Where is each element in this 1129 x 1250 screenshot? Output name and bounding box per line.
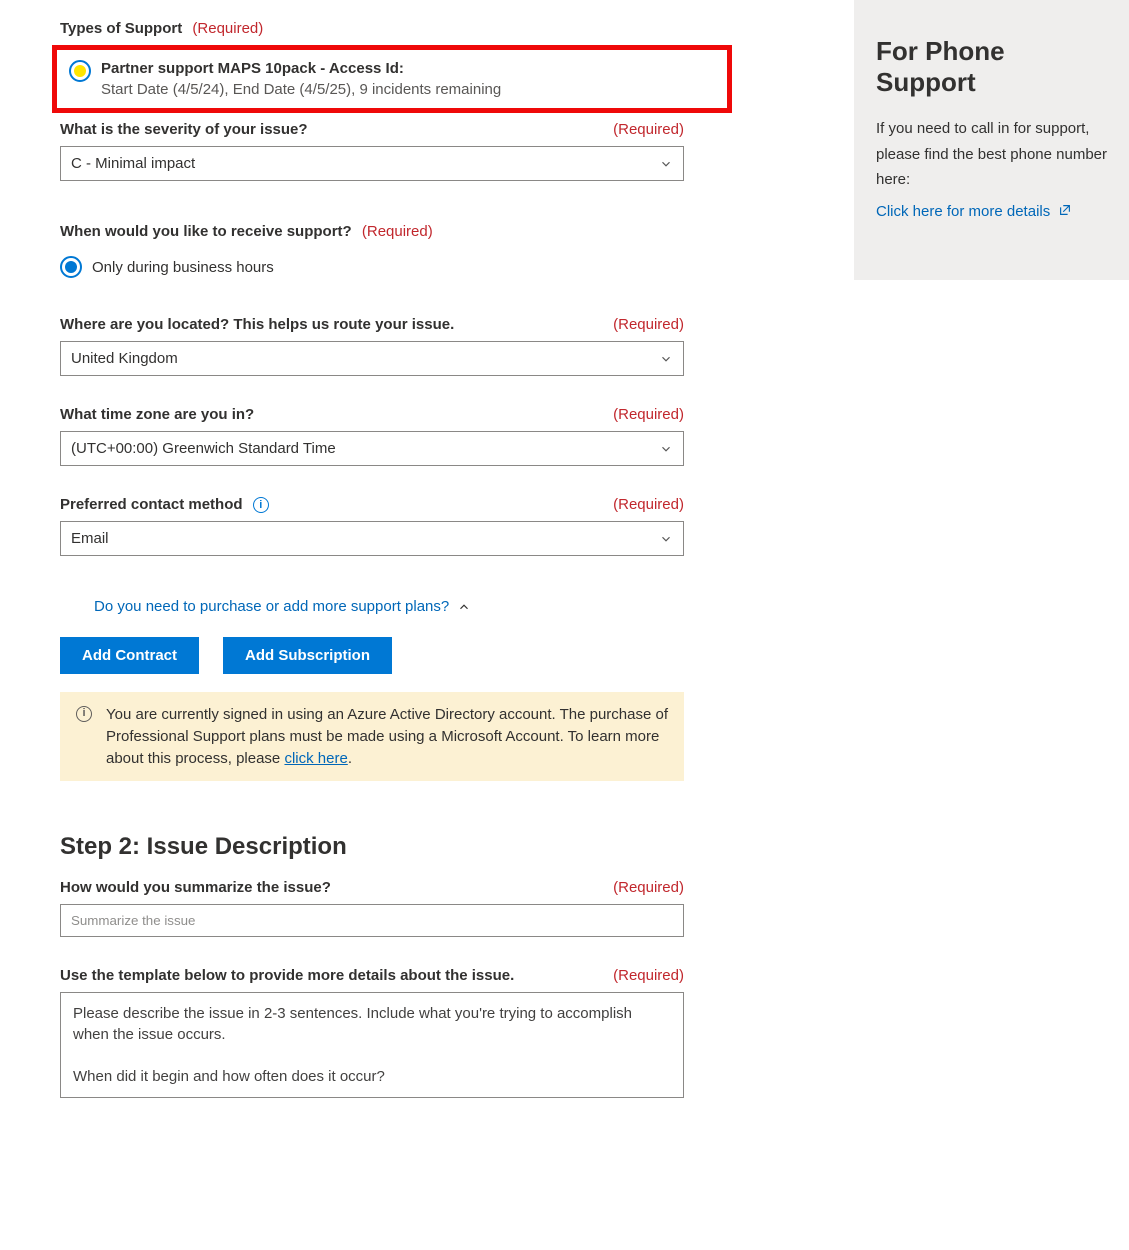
details-textarea[interactable]: Please describe the issue in 2-3 sentenc… [60,992,684,1098]
details-label: Use the template below to provide more d… [60,967,514,984]
required-indicator: (Required) [613,967,684,984]
info-icon: i [76,706,92,722]
phone-support-title: For Phone Support [876,36,1107,98]
chevron-down-icon [659,442,673,456]
alert-text-end: . [348,750,352,767]
alert-text: You are currently signed in using an Azu… [106,706,668,767]
receive-support-label: When would you like to receive support? [60,223,352,240]
location-select[interactable]: United Kingdom [60,341,684,376]
summary-input[interactable] [60,904,684,937]
purchase-plans-link[interactable]: Do you need to purchase or add more supp… [94,598,449,615]
timezone-label: What time zone are you in? [60,406,254,423]
business-hours-label[interactable]: Only during business hours [92,259,274,276]
contact-value: Email [71,530,109,547]
severity-select[interactable]: C - Minimal impact [60,146,684,181]
required-indicator: (Required) [613,406,684,423]
phone-support-panel: For Phone Support If you need to call in… [854,0,1129,280]
add-subscription-button[interactable]: Add Subscription [223,637,392,674]
severity-value: C - Minimal impact [71,155,195,172]
business-hours-radio[interactable] [60,256,82,278]
contact-label: Preferred contact method [60,496,243,513]
support-option-sub: Start Date (4/5/24), End Date (4/5/25), … [101,81,501,98]
step2-title: Step 2: Issue Description [60,833,684,861]
support-option-title[interactable]: Partner support MAPS 10pack - Access Id: [101,60,501,77]
timezone-value: (UTC+00:00) Greenwich Standard Time [71,440,336,457]
location-value: United Kingdom [71,350,178,367]
required-indicator: (Required) [613,496,684,513]
types-of-support-label: Types of Support [60,20,182,37]
location-label: Where are you located? This helps us rou… [60,316,454,333]
contact-select[interactable]: Email [60,521,684,556]
chevron-down-icon [659,532,673,546]
required-indicator: (Required) [613,121,684,138]
chevron-down-icon [659,157,673,171]
severity-label: What is the severity of your issue? [60,121,308,138]
radio-selected-icon [74,65,86,77]
alert-link[interactable]: click here [284,750,347,767]
required-indicator: (Required) [613,879,684,896]
support-type-highlight: Partner support MAPS 10pack - Access Id:… [52,45,732,113]
radio-selected-icon [65,261,77,273]
account-alert: i You are currently signed in using an A… [60,692,684,781]
timezone-select[interactable]: (UTC+00:00) Greenwich Standard Time [60,431,684,466]
summary-label: How would you summarize the issue? [60,879,331,896]
phone-support-body: If you need to call in for support, plea… [876,116,1107,193]
required-indicator: (Required) [192,20,263,37]
phone-support-link[interactable]: Click here for more details [876,203,1072,220]
add-contract-button[interactable]: Add Contract [60,637,199,674]
chevron-down-icon [659,352,673,366]
required-indicator: (Required) [613,316,684,333]
required-indicator: (Required) [362,223,433,240]
support-type-radio[interactable] [69,60,91,82]
external-link-icon [1058,203,1072,217]
chevron-up-icon [457,600,471,614]
info-icon[interactable]: i [253,497,269,513]
